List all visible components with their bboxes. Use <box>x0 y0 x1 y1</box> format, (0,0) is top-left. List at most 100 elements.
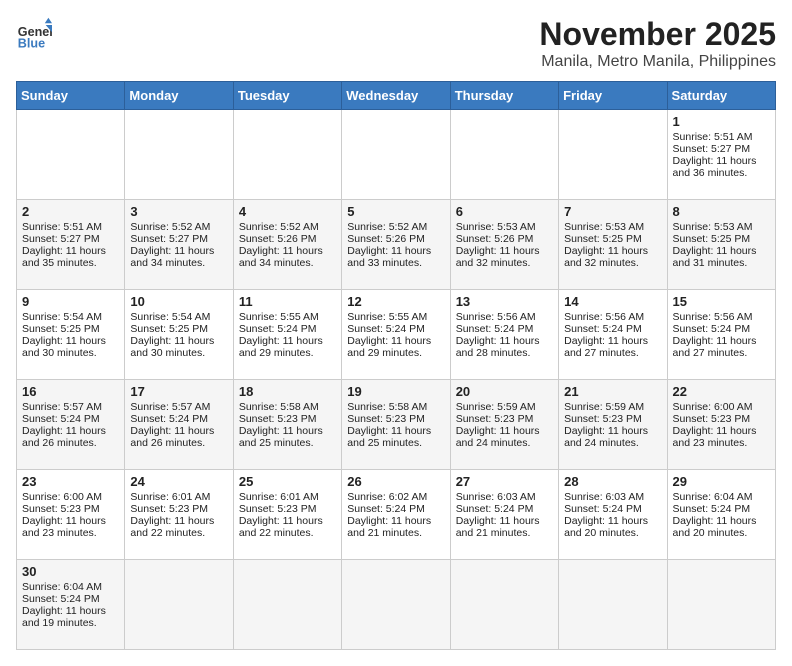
sunset-text: Sunset: 5:27 PM <box>673 143 770 155</box>
calendar-week-1: 1Sunrise: 5:51 AMSunset: 5:27 PMDaylight… <box>17 110 776 200</box>
calendar-cell: 26Sunrise: 6:02 AMSunset: 5:24 PMDayligh… <box>342 470 450 560</box>
svg-text:Blue: Blue <box>18 37 45 51</box>
daylight-text: Daylight: 11 hours and 27 minutes. <box>564 335 661 359</box>
col-monday: Monday <box>125 82 233 110</box>
calendar-cell: 22Sunrise: 6:00 AMSunset: 5:23 PMDayligh… <box>667 380 775 470</box>
day-number: 4 <box>239 204 336 219</box>
sunrise-text: Sunrise: 5:52 AM <box>130 221 227 233</box>
sunset-text: Sunset: 5:25 PM <box>564 233 661 245</box>
sunrise-text: Sunrise: 6:03 AM <box>456 491 553 503</box>
daylight-text: Daylight: 11 hours and 22 minutes. <box>130 515 227 539</box>
day-number: 3 <box>130 204 227 219</box>
calendar-cell: 15Sunrise: 5:56 AMSunset: 5:24 PMDayligh… <box>667 290 775 380</box>
calendar-cell: 10Sunrise: 5:54 AMSunset: 5:25 PMDayligh… <box>125 290 233 380</box>
calendar-cell: 4Sunrise: 5:52 AMSunset: 5:26 PMDaylight… <box>233 200 341 290</box>
sunrise-text: Sunrise: 5:53 AM <box>456 221 553 233</box>
daylight-text: Daylight: 11 hours and 34 minutes. <box>239 245 336 269</box>
sunset-text: Sunset: 5:23 PM <box>456 413 553 425</box>
daylight-text: Daylight: 11 hours and 35 minutes. <box>22 245 119 269</box>
sunset-text: Sunset: 5:23 PM <box>564 413 661 425</box>
sunrise-text: Sunrise: 5:53 AM <box>564 221 661 233</box>
sunset-text: Sunset: 5:23 PM <box>347 413 444 425</box>
sunset-text: Sunset: 5:24 PM <box>22 413 119 425</box>
sunrise-text: Sunrise: 6:00 AM <box>22 491 119 503</box>
calendar-cell: 18Sunrise: 5:58 AMSunset: 5:23 PMDayligh… <box>233 380 341 470</box>
col-tuesday: Tuesday <box>233 82 341 110</box>
calendar-cell <box>559 110 667 200</box>
calendar-cell: 12Sunrise: 5:55 AMSunset: 5:24 PMDayligh… <box>342 290 450 380</box>
daylight-text: Daylight: 11 hours and 24 minutes. <box>564 425 661 449</box>
calendar-table: Sunday Monday Tuesday Wednesday Thursday… <box>16 81 776 650</box>
sunset-text: Sunset: 5:23 PM <box>22 503 119 515</box>
calendar-week-6: 30Sunrise: 6:04 AMSunset: 5:24 PMDayligh… <box>17 560 776 650</box>
sunset-text: Sunset: 5:23 PM <box>673 413 770 425</box>
daylight-text: Daylight: 11 hours and 34 minutes. <box>130 245 227 269</box>
calendar-cell <box>559 560 667 650</box>
calendar-cell: 16Sunrise: 5:57 AMSunset: 5:24 PMDayligh… <box>17 380 125 470</box>
calendar-cell: 24Sunrise: 6:01 AMSunset: 5:23 PMDayligh… <box>125 470 233 560</box>
daylight-text: Daylight: 11 hours and 29 minutes. <box>347 335 444 359</box>
daylight-text: Daylight: 11 hours and 36 minutes. <box>673 155 770 179</box>
day-number: 10 <box>130 294 227 309</box>
calendar-week-2: 2Sunrise: 5:51 AMSunset: 5:27 PMDaylight… <box>17 200 776 290</box>
calendar-week-5: 23Sunrise: 6:00 AMSunset: 5:23 PMDayligh… <box>17 470 776 560</box>
header: General Blue November 2025 Manila, Metro… <box>16 16 776 71</box>
sunrise-text: Sunrise: 5:59 AM <box>564 401 661 413</box>
day-number: 7 <box>564 204 661 219</box>
day-number: 6 <box>456 204 553 219</box>
day-number: 25 <box>239 474 336 489</box>
sunset-text: Sunset: 5:24 PM <box>347 503 444 515</box>
daylight-text: Daylight: 11 hours and 21 minutes. <box>456 515 553 539</box>
sunset-text: Sunset: 5:23 PM <box>239 503 336 515</box>
daylight-text: Daylight: 11 hours and 25 minutes. <box>347 425 444 449</box>
day-number: 12 <box>347 294 444 309</box>
calendar-cell: 2Sunrise: 5:51 AMSunset: 5:27 PMDaylight… <box>17 200 125 290</box>
daylight-text: Daylight: 11 hours and 22 minutes. <box>239 515 336 539</box>
col-wednesday: Wednesday <box>342 82 450 110</box>
sunrise-text: Sunrise: 6:03 AM <box>564 491 661 503</box>
calendar-cell <box>667 560 775 650</box>
sunset-text: Sunset: 5:24 PM <box>456 323 553 335</box>
col-thursday: Thursday <box>450 82 558 110</box>
sunrise-text: Sunrise: 5:56 AM <box>564 311 661 323</box>
sunset-text: Sunset: 5:24 PM <box>130 413 227 425</box>
daylight-text: Daylight: 11 hours and 23 minutes. <box>22 515 119 539</box>
title-block: November 2025 Manila, Metro Manila, Phil… <box>539 16 776 71</box>
sunset-text: Sunset: 5:27 PM <box>22 233 119 245</box>
day-number: 26 <box>347 474 444 489</box>
sunset-text: Sunset: 5:26 PM <box>456 233 553 245</box>
calendar-cell: 11Sunrise: 5:55 AMSunset: 5:24 PMDayligh… <box>233 290 341 380</box>
sunset-text: Sunset: 5:26 PM <box>347 233 444 245</box>
sunset-text: Sunset: 5:24 PM <box>456 503 553 515</box>
sunrise-text: Sunrise: 5:56 AM <box>456 311 553 323</box>
sunrise-text: Sunrise: 5:57 AM <box>130 401 227 413</box>
day-number: 5 <box>347 204 444 219</box>
sunset-text: Sunset: 5:24 PM <box>347 323 444 335</box>
sunrise-text: Sunrise: 5:52 AM <box>347 221 444 233</box>
calendar-cell: 7Sunrise: 5:53 AMSunset: 5:25 PMDaylight… <box>559 200 667 290</box>
calendar-cell <box>450 110 558 200</box>
daylight-text: Daylight: 11 hours and 32 minutes. <box>456 245 553 269</box>
sunrise-text: Sunrise: 6:04 AM <box>673 491 770 503</box>
calendar-cell: 20Sunrise: 5:59 AMSunset: 5:23 PMDayligh… <box>450 380 558 470</box>
sunset-text: Sunset: 5:24 PM <box>673 323 770 335</box>
daylight-text: Daylight: 11 hours and 30 minutes. <box>130 335 227 359</box>
sunrise-text: Sunrise: 6:00 AM <box>673 401 770 413</box>
col-friday: Friday <box>559 82 667 110</box>
sunrise-text: Sunrise: 6:01 AM <box>130 491 227 503</box>
day-number: 19 <box>347 384 444 399</box>
day-number: 8 <box>673 204 770 219</box>
calendar-cell <box>233 560 341 650</box>
header-row: Sunday Monday Tuesday Wednesday Thursday… <box>17 82 776 110</box>
calendar-cell: 21Sunrise: 5:59 AMSunset: 5:23 PMDayligh… <box>559 380 667 470</box>
calendar-week-3: 9Sunrise: 5:54 AMSunset: 5:25 PMDaylight… <box>17 290 776 380</box>
daylight-text: Daylight: 11 hours and 29 minutes. <box>239 335 336 359</box>
sunset-text: Sunset: 5:24 PM <box>673 503 770 515</box>
calendar-cell: 17Sunrise: 5:57 AMSunset: 5:24 PMDayligh… <box>125 380 233 470</box>
daylight-text: Daylight: 11 hours and 28 minutes. <box>456 335 553 359</box>
sunset-text: Sunset: 5:25 PM <box>673 233 770 245</box>
page-title: November 2025 <box>539 16 776 53</box>
sunset-text: Sunset: 5:23 PM <box>239 413 336 425</box>
day-number: 24 <box>130 474 227 489</box>
col-saturday: Saturday <box>667 82 775 110</box>
